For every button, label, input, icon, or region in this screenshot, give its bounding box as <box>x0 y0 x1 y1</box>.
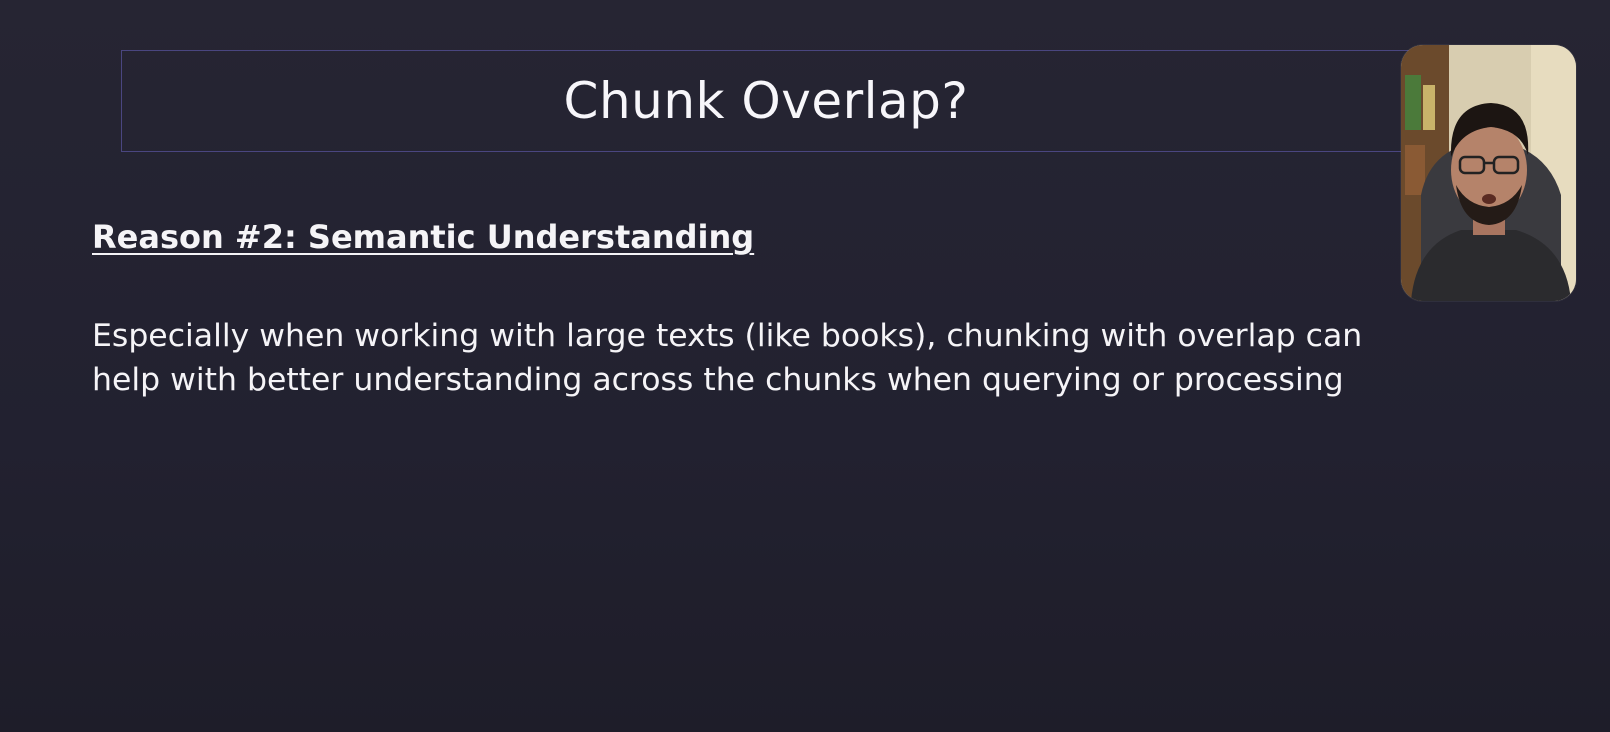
presenter-webcam-overlay <box>1401 45 1576 301</box>
slide-title: Chunk Overlap? <box>563 72 969 130</box>
body-line-2: help with better understanding across th… <box>92 362 1344 398</box>
reason-heading: Reason #2: Semantic Understanding <box>92 218 755 256</box>
body-line-1: Especially when working with large texts… <box>92 318 1363 354</box>
title-box: Chunk Overlap? <box>121 50 1411 152</box>
slide: Chunk Overlap? Reason #2: Semantic Under… <box>0 0 1610 732</box>
slide-body: Especially when working with large texts… <box>92 314 1532 402</box>
presenter-video-icon <box>1401 45 1576 301</box>
